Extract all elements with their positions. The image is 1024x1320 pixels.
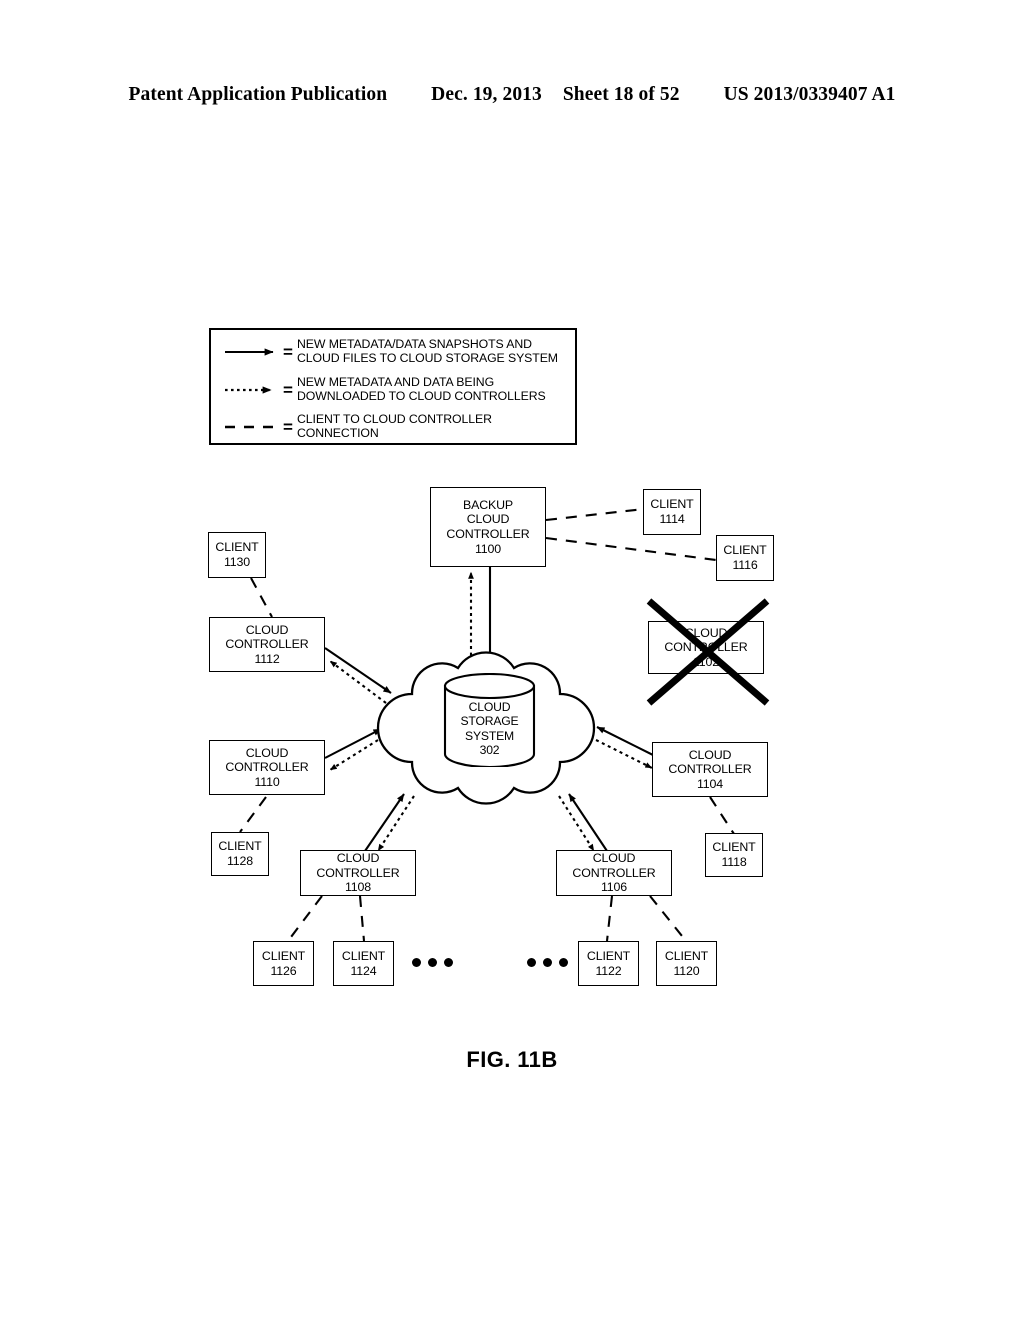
legend-equals: = <box>283 417 293 436</box>
cross-out-x-icon <box>646 598 770 706</box>
cloud-storage-system-label: CLOUD STORAGE SYSTEM 302 <box>460 700 519 758</box>
node-cloud-controller-1104[interactable]: CLOUD CONTROLLER 1104 <box>652 742 768 797</box>
node-cloud-controller-1112[interactable]: CLOUD CONTROLLER 1112 <box>209 617 325 672</box>
dashed-line-icon <box>225 425 281 429</box>
legend-row-client-connection: = CLIENT TO CLOUD CONTROLLER CONNECTION <box>211 407 575 446</box>
ellipsis-right <box>527 958 568 967</box>
legend-row-download: = NEW METADATA AND DATA BEING DOWNLOADED… <box>211 370 575 409</box>
legend-label-upload: NEW METADATA/DATA SNAPSHOTS AND CLOUD FI… <box>297 336 558 365</box>
dotted-arrow-icon <box>225 386 272 394</box>
legend-label-client-connection: CLIENT TO CLOUD CONTROLLER CONNECTION <box>297 411 492 440</box>
legend-equals: = <box>283 342 293 361</box>
node-client-1118[interactable]: CLIENT 1118 <box>705 833 763 877</box>
node-cloud-controller-1108[interactable]: CLOUD CONTROLLER 1108 <box>300 850 416 896</box>
node-client-1122[interactable]: CLIENT 1122 <box>578 941 639 986</box>
legend-label-download: NEW METADATA AND DATA BEING DOWNLOADED T… <box>297 374 546 403</box>
node-client-1114[interactable]: CLIENT 1114 <box>643 489 701 535</box>
node-client-1128[interactable]: CLIENT 1128 <box>211 832 269 876</box>
legend-equals: = <box>283 380 293 399</box>
figure-caption: FIG. 11B <box>466 1047 558 1072</box>
node-backup-cloud-controller-1100[interactable]: BACKUP CLOUD CONTROLLER 1100 <box>430 487 546 567</box>
node-cloud-controller-1106[interactable]: CLOUD CONTROLLER 1106 <box>556 850 672 896</box>
node-cloud-controller-1110[interactable]: CLOUD CONTROLLER 1110 <box>209 740 325 795</box>
ellipsis-left <box>412 958 453 967</box>
node-client-1130[interactable]: CLIENT 1130 <box>208 532 266 578</box>
node-client-1124[interactable]: CLIENT 1124 <box>333 941 394 986</box>
node-client-1126[interactable]: CLIENT 1126 <box>253 941 314 986</box>
node-client-1120[interactable]: CLIENT 1120 <box>656 941 717 986</box>
legend: = NEW METADATA/DATA SNAPSHOTS AND CLOUD … <box>209 328 577 445</box>
solid-arrow-icon <box>225 348 274 356</box>
legend-row-upload: = NEW METADATA/DATA SNAPSHOTS AND CLOUD … <box>211 332 575 371</box>
node-client-1116[interactable]: CLIENT 1116 <box>716 535 774 581</box>
figure-11b-diagram: = NEW METADATA/DATA SNAPSHOTS AND CLOUD … <box>0 0 1024 1320</box>
